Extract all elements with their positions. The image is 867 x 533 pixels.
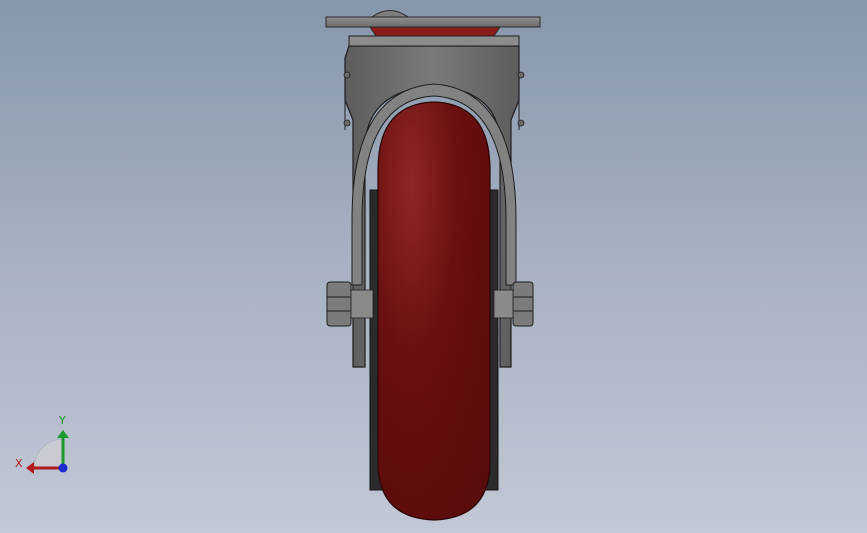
mounting-plate [325,10,541,37]
caster-wheel-model [325,10,541,521]
y-axis-label: Y [59,414,66,427]
x-axis-label: X [15,457,23,470]
axle-nut-left [326,281,374,327]
3d-viewport[interactable]: Y X [0,0,867,533]
z-axis-dot [58,463,68,473]
wheel [369,101,499,521]
view-orientation-triad[interactable]: Y X [12,410,82,480]
